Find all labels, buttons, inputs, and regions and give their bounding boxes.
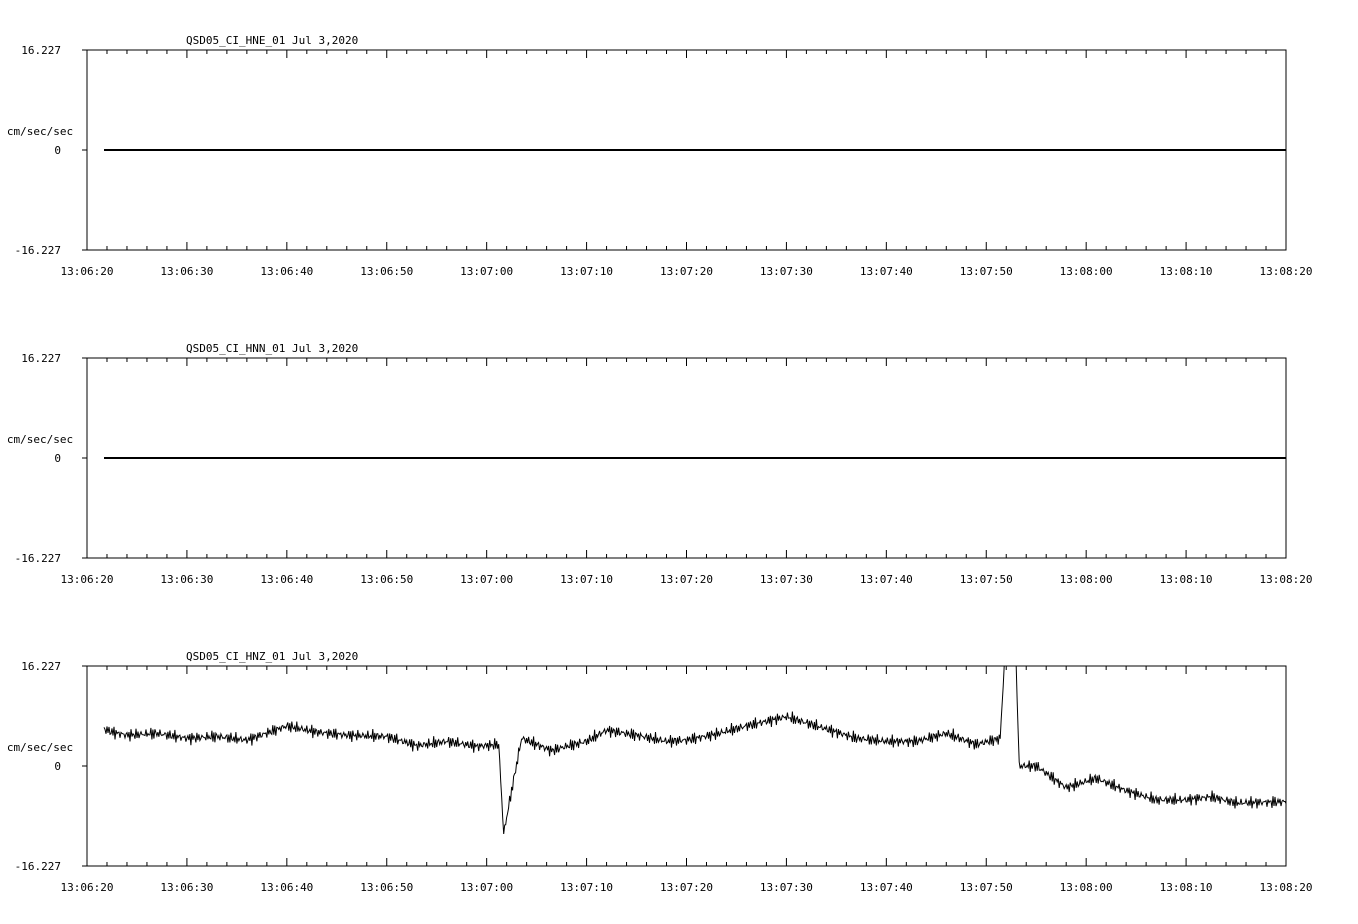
x-tick-label: 13:07:10 bbox=[560, 573, 613, 586]
x-tick-label: 13:07:00 bbox=[460, 881, 513, 894]
x-tick-label: 13:07:10 bbox=[560, 265, 613, 278]
x-tick-label: 13:06:20 bbox=[61, 573, 114, 586]
x-tick-label: 13:06:50 bbox=[360, 265, 413, 278]
chart-title: QSD05_CI_HNE_01 Jul 3,2020 bbox=[186, 34, 358, 47]
y-tick-label: 16.227 bbox=[21, 44, 61, 57]
x-tick-label: 13:06:50 bbox=[360, 573, 413, 586]
y-tick-label: 0 bbox=[54, 760, 61, 773]
x-tick-label: 13:08:00 bbox=[1060, 881, 1113, 894]
y-axis-label: cm/sec/sec bbox=[7, 125, 73, 138]
x-tick-label: 13:07:30 bbox=[760, 265, 813, 278]
y-tick-label: -16.227 bbox=[15, 860, 61, 873]
x-tick-label: 13:08:20 bbox=[1260, 573, 1313, 586]
y-axis-label: cm/sec/sec bbox=[7, 741, 73, 754]
x-tick-label: 13:08:10 bbox=[1160, 881, 1213, 894]
x-tick-label: 13:08:00 bbox=[1060, 265, 1113, 278]
x-tick-label: 13:06:40 bbox=[260, 881, 313, 894]
x-tick-label: 13:06:20 bbox=[61, 881, 114, 894]
x-tick-label: 13:07:50 bbox=[960, 881, 1013, 894]
x-tick-label: 13:06:30 bbox=[160, 881, 213, 894]
x-tick-label: 13:06:30 bbox=[160, 265, 213, 278]
x-tick-label: 13:08:20 bbox=[1260, 881, 1313, 894]
chart-title: QSD05_CI_HNN_01 Jul 3,2020 bbox=[186, 342, 358, 355]
y-tick-label: -16.227 bbox=[15, 552, 61, 565]
x-tick-label: 13:07:40 bbox=[860, 265, 913, 278]
x-tick-label: 13:07:00 bbox=[460, 573, 513, 586]
y-tick-label: 16.227 bbox=[21, 660, 61, 673]
x-tick-label: 13:07:40 bbox=[860, 573, 913, 586]
x-tick-label: 13:08:10 bbox=[1160, 573, 1213, 586]
y-tick-label: 0 bbox=[54, 144, 61, 157]
x-tick-label: 13:07:30 bbox=[760, 881, 813, 894]
x-tick-label: 13:07:50 bbox=[960, 573, 1013, 586]
x-tick-label: 13:07:10 bbox=[560, 881, 613, 894]
x-tick-label: 13:07:00 bbox=[460, 265, 513, 278]
x-tick-label: 13:08:20 bbox=[1260, 265, 1313, 278]
x-tick-label: 13:07:50 bbox=[960, 265, 1013, 278]
x-tick-label: 13:07:20 bbox=[660, 573, 713, 586]
x-tick-label: 13:07:20 bbox=[660, 881, 713, 894]
x-tick-label: 13:07:30 bbox=[760, 573, 813, 586]
x-tick-label: 13:08:10 bbox=[1160, 265, 1213, 278]
chart-title: QSD05_CI_HNZ_01 Jul 3,2020 bbox=[186, 650, 358, 663]
x-tick-label: 13:07:40 bbox=[860, 881, 913, 894]
y-axis-label: cm/sec/sec bbox=[7, 433, 73, 446]
y-tick-label: 16.227 bbox=[21, 352, 61, 365]
x-tick-label: 13:07:20 bbox=[660, 265, 713, 278]
x-tick-label: 13:06:30 bbox=[160, 573, 213, 586]
y-tick-label: 0 bbox=[54, 452, 61, 465]
plot-frame bbox=[86, 665, 1287, 867]
x-tick-label: 13:06:20 bbox=[61, 265, 114, 278]
x-tick-label: 13:06:50 bbox=[360, 881, 413, 894]
x-tick-label: 13:06:40 bbox=[260, 573, 313, 586]
seismogram-panels: QSD05_CI_HNE_01 Jul 3,2020 16.227 0 -16.227… bbox=[7, 34, 1313, 894]
y-tick-label: -16.227 bbox=[15, 244, 61, 257]
x-tick-label: 13:06:40 bbox=[260, 265, 313, 278]
series-line bbox=[103, 665, 1287, 835]
x-tick-label: 13:08:00 bbox=[1060, 573, 1113, 586]
